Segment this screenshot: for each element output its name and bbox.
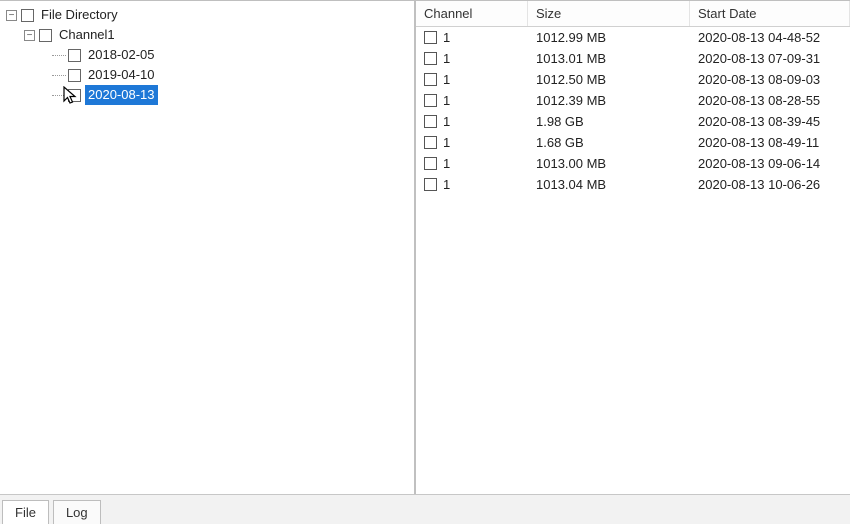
cell-date: 2020-08-13 04-48-52 bbox=[690, 30, 850, 45]
cell-date: 2020-08-13 07-09-31 bbox=[690, 51, 850, 66]
cell-channel: 1 bbox=[416, 135, 528, 150]
tree-checkbox[interactable] bbox=[68, 89, 81, 102]
tree-date-row[interactable]: 2020-08-13 bbox=[6, 85, 414, 105]
cell-channel-text: 1 bbox=[443, 114, 450, 129]
cell-channel: 1 bbox=[416, 72, 528, 87]
app-window: − File Directory − Channel1 2018-02-0520… bbox=[0, 0, 850, 524]
cell-size: 1012.99 MB bbox=[528, 30, 690, 45]
file-list-panel: Channel Size Start Date 11012.99 MB2020-… bbox=[415, 1, 850, 494]
cell-channel-text: 1 bbox=[443, 93, 450, 108]
table-row[interactable]: 1 1012.99 MB2020-08-13 04-48-52 bbox=[416, 27, 850, 48]
expand-collapse-icon[interactable]: − bbox=[6, 10, 17, 21]
table-row[interactable]: 1 1012.39 MB2020-08-13 08-28-55 bbox=[416, 90, 850, 111]
tree-checkbox[interactable] bbox=[39, 29, 52, 42]
tree-date-label[interactable]: 2020-08-13 bbox=[85, 85, 158, 105]
tree-date-label[interactable]: 2019-04-10 bbox=[85, 65, 158, 85]
list-header: Channel Size Start Date bbox=[416, 1, 850, 27]
table-row[interactable]: 1 1012.50 MB2020-08-13 08-09-03 bbox=[416, 69, 850, 90]
cell-size: 1013.00 MB bbox=[528, 156, 690, 171]
tree-root-label[interactable]: File Directory bbox=[38, 5, 121, 25]
row-checkbox[interactable] bbox=[424, 136, 437, 149]
cell-channel-text: 1 bbox=[443, 30, 450, 45]
tab-file[interactable]: File bbox=[2, 500, 49, 524]
tree-date-row[interactable]: 2019-04-10 bbox=[6, 65, 414, 85]
tree-branch-icon bbox=[52, 55, 66, 56]
cell-date: 2020-08-13 08-39-45 bbox=[690, 114, 850, 129]
cell-size: 1012.39 MB bbox=[528, 93, 690, 108]
cell-size: 1013.04 MB bbox=[528, 177, 690, 192]
cell-channel-text: 1 bbox=[443, 51, 450, 66]
row-checkbox[interactable] bbox=[424, 178, 437, 191]
row-checkbox[interactable] bbox=[424, 31, 437, 44]
tree-root-row[interactable]: − File Directory bbox=[6, 5, 414, 25]
table-row[interactable]: 1 1013.00 MB2020-08-13 09-06-14 bbox=[416, 153, 850, 174]
column-header-date[interactable]: Start Date bbox=[690, 1, 850, 26]
cell-channel-text: 1 bbox=[443, 177, 450, 192]
list-body: 1 1012.99 MB2020-08-13 04-48-52 1 1013.01 M… bbox=[416, 27, 850, 494]
table-row[interactable]: 1 1.98 GB2020-08-13 08-39-45 bbox=[416, 111, 850, 132]
table-row[interactable]: 1 1013.04 MB2020-08-13 10-06-26 bbox=[416, 174, 850, 195]
tree-branch-icon bbox=[52, 75, 66, 76]
tree-date-label[interactable]: 2018-02-05 bbox=[85, 45, 158, 65]
cell-size: 1.98 GB bbox=[528, 114, 690, 129]
cell-date: 2020-08-13 10-06-26 bbox=[690, 177, 850, 192]
expand-collapse-icon[interactable]: − bbox=[24, 30, 35, 41]
cell-channel: 1 bbox=[416, 30, 528, 45]
cell-size: 1013.01 MB bbox=[528, 51, 690, 66]
tree-channel-row[interactable]: − Channel1 bbox=[6, 25, 414, 45]
table-row[interactable]: 1 1.68 GB2020-08-13 08-49-11 bbox=[416, 132, 850, 153]
main-area: − File Directory − Channel1 2018-02-0520… bbox=[0, 1, 850, 494]
cell-channel: 1 bbox=[416, 177, 528, 192]
row-checkbox[interactable] bbox=[424, 115, 437, 128]
row-checkbox[interactable] bbox=[424, 157, 437, 170]
tree-date-row[interactable]: 2018-02-05 bbox=[6, 45, 414, 65]
row-checkbox[interactable] bbox=[424, 52, 437, 65]
tree-checkbox[interactable] bbox=[21, 9, 34, 22]
cell-date: 2020-08-13 08-49-11 bbox=[690, 135, 850, 150]
cell-channel: 1 bbox=[416, 51, 528, 66]
bottom-tabs: File Log bbox=[0, 494, 850, 524]
row-checkbox[interactable] bbox=[424, 73, 437, 86]
cell-channel-text: 1 bbox=[443, 135, 450, 150]
cell-size: 1.68 GB bbox=[528, 135, 690, 150]
column-header-channel[interactable]: Channel bbox=[416, 1, 528, 26]
cell-channel: 1 bbox=[416, 93, 528, 108]
cell-channel-text: 1 bbox=[443, 156, 450, 171]
cell-channel: 1 bbox=[416, 114, 528, 129]
table-row[interactable]: 1 1013.01 MB2020-08-13 07-09-31 bbox=[416, 48, 850, 69]
tree-channel-label[interactable]: Channel1 bbox=[56, 25, 118, 45]
tree-branch-icon bbox=[52, 95, 66, 96]
tab-log[interactable]: Log bbox=[53, 500, 101, 524]
cell-date: 2020-08-13 08-28-55 bbox=[690, 93, 850, 108]
tree-checkbox[interactable] bbox=[68, 49, 81, 62]
cell-date: 2020-08-13 09-06-14 bbox=[690, 156, 850, 171]
column-header-size[interactable]: Size bbox=[528, 1, 690, 26]
tree-panel: − File Directory − Channel1 2018-02-0520… bbox=[0, 1, 415, 494]
row-checkbox[interactable] bbox=[424, 94, 437, 107]
cell-channel-text: 1 bbox=[443, 72, 450, 87]
cell-channel: 1 bbox=[416, 156, 528, 171]
cell-size: 1012.50 MB bbox=[528, 72, 690, 87]
cell-date: 2020-08-13 08-09-03 bbox=[690, 72, 850, 87]
tree-checkbox[interactable] bbox=[68, 69, 81, 82]
